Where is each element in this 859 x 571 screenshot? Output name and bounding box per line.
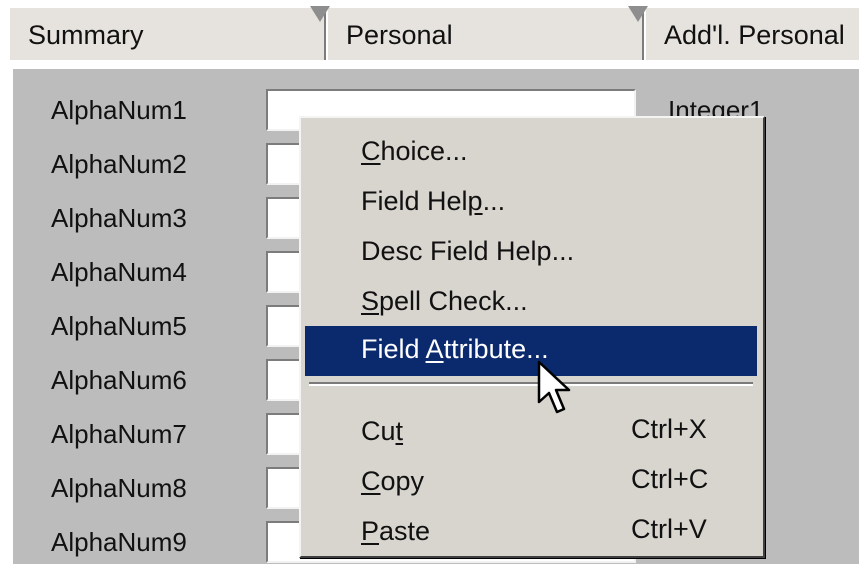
tab-addl-personal[interactable]: Add'l. Personal — [644, 6, 859, 60]
menu-item-copy[interactable]: Copy Ctrl+C — [305, 458, 757, 508]
menu-item-spell-check[interactable]: Spell Check... — [305, 278, 757, 328]
menu-item-label: Field Help... — [361, 186, 506, 216]
tab-summary-label: Summary — [28, 20, 144, 50]
menu-item-paste[interactable]: Paste Ctrl+V — [305, 508, 757, 558]
tab-personal-label: Personal — [346, 20, 453, 50]
field-label: AlphaNum1 — [51, 95, 187, 125]
field-label: AlphaNum2 — [51, 149, 187, 179]
tab-notch-icon — [628, 6, 648, 22]
menu-item-label: Choice... — [361, 136, 468, 166]
menu-item-desc-field-help[interactable]: Desc Field Help... — [305, 228, 757, 278]
menu-item-label: Spell Check... — [361, 286, 528, 316]
tab-notch-icon — [310, 6, 330, 22]
tab-strip: Summary Personal Add'l. Personal — [8, 6, 859, 62]
menu-item-label: Desc Field Help... — [361, 236, 575, 266]
field-label: AlphaNum6 — [51, 365, 187, 395]
menu-item-label: Paste — [361, 516, 431, 546]
menu-item-label: Field Attribute... — [361, 334, 549, 364]
menu-item-label: Cut — [361, 416, 404, 446]
menu-item-field-help[interactable]: Field Help... — [305, 178, 757, 228]
menu-item-shortcut: Ctrl+V — [631, 514, 707, 544]
menu-item-choice[interactable]: Choice... — [305, 128, 757, 178]
menu-item-field-attribute[interactable]: Field Attribute... — [305, 326, 757, 376]
field-label: AlphaNum3 — [51, 203, 187, 233]
tab-addl-personal-label: Add'l. Personal — [664, 20, 845, 50]
field-label: AlphaNum9 — [51, 527, 187, 557]
menu-separator — [309, 382, 753, 386]
tab-summary[interactable]: Summary — [8, 6, 326, 60]
tab-personal[interactable]: Personal — [326, 6, 644, 60]
menu-item-label: Copy — [361, 466, 425, 496]
field-label: AlphaNum7 — [51, 419, 187, 449]
field-label: AlphaNum4 — [51, 257, 187, 287]
field-label: AlphaNum5 — [51, 311, 187, 341]
context-menu: Choice... Field Help... Desc Field Help.… — [299, 116, 765, 558]
menu-item-shortcut: Ctrl+C — [631, 464, 709, 494]
menu-item-shortcut: Ctrl+X — [631, 414, 707, 444]
menu-item-cut[interactable]: Cut Ctrl+X — [305, 408, 757, 458]
window: Summary Personal Add'l. Personal AlphaNu… — [0, 0, 859, 564]
arrow-pointer-icon — [537, 360, 571, 414]
field-label: AlphaNum8 — [51, 473, 187, 503]
